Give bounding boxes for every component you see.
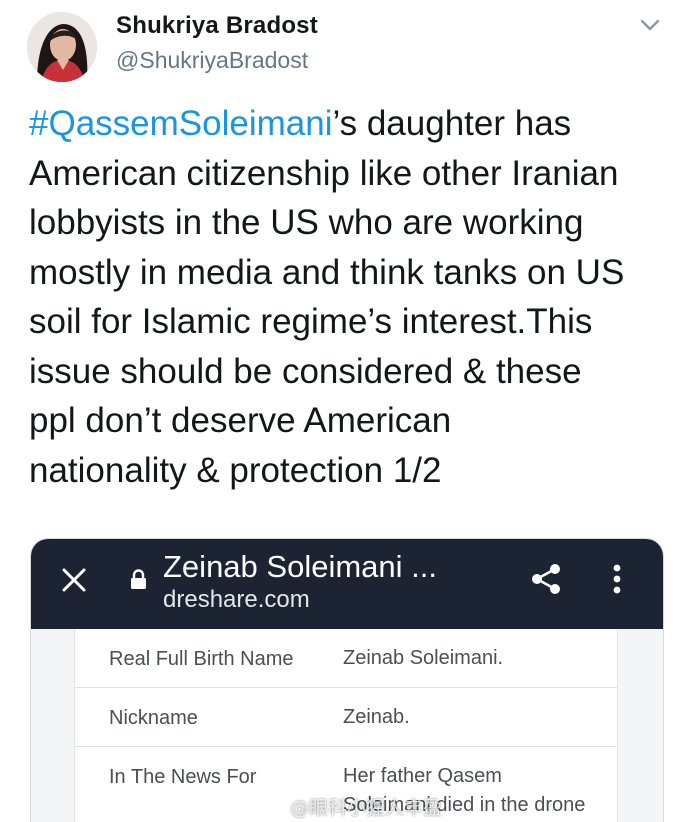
tweet-line: ppl don’t deserve American — [29, 401, 452, 440]
avatar-photo — [27, 12, 97, 82]
watermark: @眼科小猩人丰盈 — [290, 797, 443, 819]
chevron-down-icon[interactable] — [637, 12, 663, 38]
tweet-line: nationality & protection 1/2 — [29, 450, 442, 490]
lock-icon — [130, 568, 147, 590]
tweet-header: Shukriya Bradost @ShukriyaBradost — [0, 0, 690, 96]
tweet-line: soil for Islamic regime’s interest.This — [29, 302, 593, 341]
browser-toolbar: Zeinab Soleimani ... dreshare.com — [31, 539, 663, 629]
tweet-text: #QassemSoleimani’s daughter has American… — [29, 99, 669, 495]
kebab-menu-icon[interactable] — [611, 561, 623, 597]
row-value: Zeinab. — [343, 706, 410, 728]
tweet-line: #QassemSoleimani’s daughter has — [29, 99, 669, 149]
tweet-line-text: ’s daughter has — [332, 104, 572, 143]
tweet-page: Shukriya Bradost @ShukriyaBradost #Qasse… — [0, 0, 690, 822]
browser-domain: dreshare.com — [163, 586, 310, 613]
share-icon[interactable] — [528, 561, 564, 597]
tweet-line: issue should be considered & these — [29, 351, 582, 391]
table-row: Nickname Zeinab. — [75, 688, 617, 747]
row-value-line: Her father Qasem — [343, 765, 502, 787]
row-value: Zeinab Soleimani. — [343, 647, 504, 669]
avatar[interactable] — [27, 12, 97, 82]
tweet-line: American citizenship like other Iranian — [29, 153, 619, 193]
media-screenshot[interactable]: Zeinab Soleimani ... dreshare.com Real F… — [30, 538, 664, 822]
row-label: In The News For — [109, 766, 257, 788]
table-row: Real Full Birth Name Zeinab Soleimani. — [75, 629, 617, 688]
browser-page-title: Zeinab Soleimani ... — [163, 549, 437, 584]
close-icon[interactable] — [61, 567, 87, 593]
tweet-line: lobbyists in the US who are working — [29, 203, 584, 242]
tweet-line: mostly in media and think tanks on US — [29, 252, 625, 292]
row-label: Nickname — [109, 707, 198, 729]
row-label: Real Full Birth Name — [109, 648, 294, 670]
user-handle[interactable]: @ShukriyaBradost — [116, 47, 308, 74]
display-name[interactable]: Shukriya Bradost — [116, 12, 318, 40]
hashtag-link[interactable]: #QassemSoleimani — [29, 104, 332, 143]
